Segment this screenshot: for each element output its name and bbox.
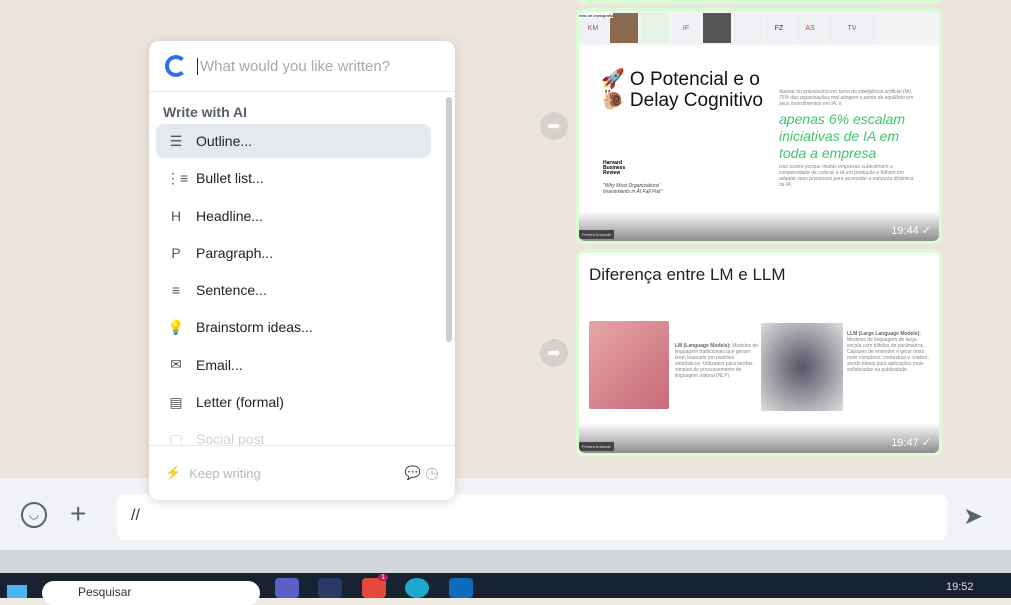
- forward-icon[interactable]: ➦: [540, 339, 568, 367]
- keep-writing-button[interactable]: Keep writing: [189, 466, 261, 481]
- clock[interactable]: 19:52: [946, 581, 974, 593]
- robot-image: [761, 323, 843, 411]
- menu-item-label: Sentence...: [196, 282, 267, 299]
- notification-badge: 1: [378, 574, 388, 581]
- menu-item-label: Letter (formal): [196, 394, 284, 411]
- history-icon[interactable]: ◷: [425, 463, 439, 483]
- participant: FZ: [765, 13, 793, 43]
- participant: AS: [796, 13, 824, 43]
- check-icon: ✓: [921, 437, 931, 449]
- chrome-icon[interactable]: 1: [362, 574, 388, 598]
- message-time: 19:47 ✓: [891, 436, 931, 449]
- keep-writing-icon: ⚡: [165, 465, 182, 480]
- menu-item-label: Headline...: [196, 207, 263, 224]
- menu-item-outline[interactable]: ☰ Outline...: [156, 124, 431, 158]
- message-image-1[interactable]: KM IF FZ AS TV etas de criptografia 🚀 O …: [576, 8, 942, 244]
- slide-title: 🐌 Delay Cognitivo: [601, 90, 764, 111]
- message-bubble: [576, 0, 942, 4]
- menu-item-label: Paragraph...: [196, 244, 274, 261]
- participant: [703, 13, 731, 43]
- menu-item-label: Brainstorm ideas...: [196, 319, 313, 336]
- emoji-icon[interactable]: ◡: [21, 502, 47, 528]
- participant: [641, 13, 669, 43]
- presenter-name: Pereira Andrade: [579, 230, 614, 239]
- taskbar-search[interactable]: Pesquisar: [42, 581, 260, 605]
- message-time: 19:44 ✓: [891, 224, 931, 237]
- menu-item-label: Outline...: [196, 133, 253, 149]
- taskbar: Pesquisar 1 19:52: [0, 573, 1011, 605]
- check-icon: ✓: [921, 225, 931, 237]
- participant: IF: [672, 13, 700, 43]
- banner: etas de criptografia: [579, 13, 614, 18]
- time: 19:44: [891, 225, 919, 237]
- app-icon[interactable]: [318, 578, 342, 598]
- menu-item-headline[interactable]: H Headline...: [156, 199, 431, 233]
- menu-item-label: Email...: [196, 356, 243, 373]
- presenter-name: Pereira Andrade: [579, 442, 614, 451]
- menu-item-letter-formal[interactable]: ▤ Letter (formal): [156, 385, 431, 419]
- sentence-icon: ≡: [171, 282, 181, 299]
- menu-item-bullet-list[interactable]: ⋮≡ Bullet list...: [156, 161, 431, 195]
- prompt-input[interactable]: What would you like written?: [197, 57, 390, 75]
- menu-item-paragraph[interactable]: P Paragraph...: [156, 236, 431, 270]
- horizontal-scrollbar[interactable]: [0, 550, 1011, 573]
- slide-title: Diferença entre LM e LLM: [589, 265, 786, 284]
- lm-body: Modelos de linguagem tradicionais que ge…: [675, 343, 759, 379]
- section-heading: Write with AI: [163, 104, 247, 120]
- popup-scrollbar[interactable]: [446, 97, 452, 342]
- slide-highlight: apenas 6% escalam iniciativas de IA em t…: [779, 111, 906, 161]
- ai-writer-popup: What would you like written? Write with …: [149, 41, 455, 500]
- headline-icon: H: [170, 207, 182, 224]
- participant: [610, 13, 638, 43]
- windows-start-icon[interactable]: [7, 585, 27, 598]
- quote: "Why Most Organizations' Investments in …: [603, 183, 663, 195]
- bullet-list-icon: ⋮≡: [166, 169, 189, 186]
- plus-icon[interactable]: +: [70, 498, 86, 530]
- slide-body: Apesar do entusiasmo em torno da intelig…: [779, 89, 914, 107]
- robot-image: [589, 321, 669, 409]
- participant: [734, 13, 762, 43]
- forward-icon[interactable]: ➦: [540, 112, 568, 140]
- slide-body: Isso ocorre porque muitas empresas subes…: [779, 164, 914, 188]
- message-image-2[interactable]: Diferença entre LM e LLM LM (Language Mo…: [576, 250, 942, 456]
- edge-icon[interactable]: [405, 578, 429, 598]
- menu-item-sentence[interactable]: ≡ Sentence...: [156, 273, 431, 307]
- source: Harvard Business Review: [603, 160, 626, 176]
- participant-strip: KM IF FZ AS TV: [579, 11, 939, 45]
- send-icon[interactable]: ➤: [963, 502, 983, 531]
- participant: TV: [827, 13, 877, 43]
- document-icon: ▤: [169, 393, 183, 410]
- menu-item-email[interactable]: ✉ Email...: [156, 348, 431, 382]
- envelope-icon: ✉: [170, 356, 182, 373]
- ai-logo-icon: [165, 55, 187, 77]
- outlook-icon[interactable]: [449, 578, 473, 598]
- outline-icon: ☰: [169, 132, 183, 149]
- slide-title: 🚀 O Potencial e o: [601, 69, 760, 90]
- time: 19:47: [891, 437, 919, 449]
- llm-body: Modelos de linguagem de larga escala com…: [847, 337, 929, 373]
- paragraph-icon: P: [171, 244, 181, 261]
- teams-icon[interactable]: [275, 578, 299, 598]
- lightbulb-icon: 💡: [167, 318, 185, 335]
- menu-item-label: Bullet list...: [196, 170, 264, 187]
- menu-item-brainstorm-ideas[interactable]: 💡 Brainstorm ideas...: [156, 310, 431, 344]
- search-label: Pesquisar: [78, 585, 132, 599]
- message-input[interactable]: //: [117, 494, 947, 540]
- chat-icon[interactable]: 💬: [405, 465, 421, 481]
